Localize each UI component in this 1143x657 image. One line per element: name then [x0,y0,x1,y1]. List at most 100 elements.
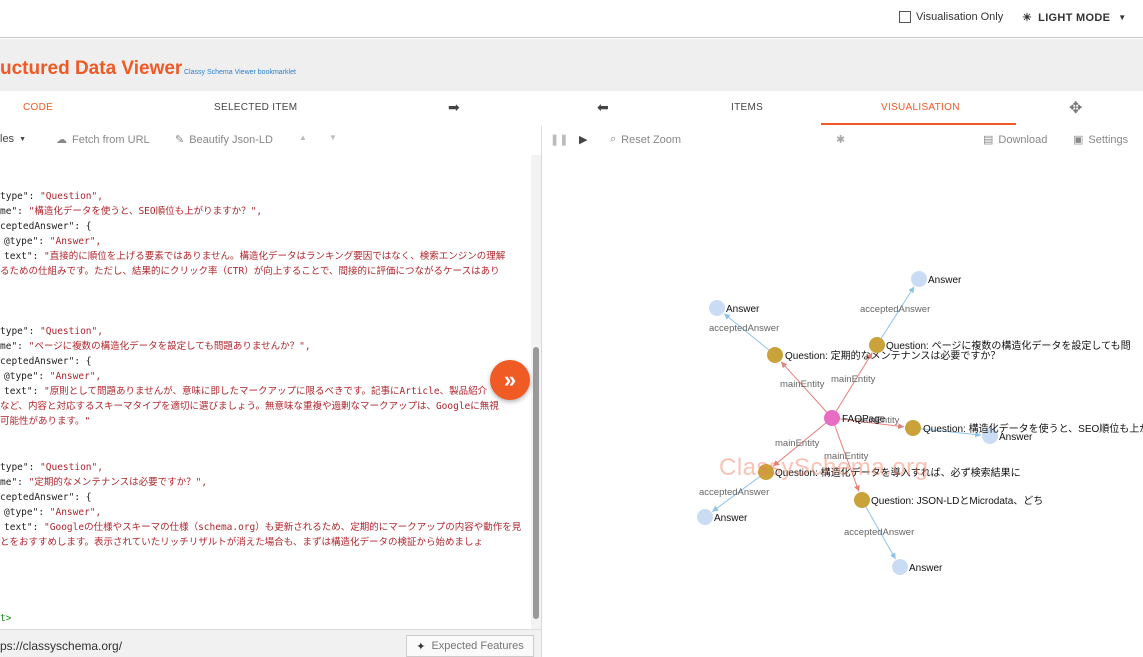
pause-icon[interactable]: ❚❚ [550,133,568,146]
fetch-url-button[interactable]: ☁ Fetch from URL [56,133,150,147]
zoom-icon: ⌕ [610,133,617,145]
download-button[interactable]: ▤ Download [983,133,1047,147]
accepted-answer-edge [723,313,776,356]
code-string: "原則として問題ありませんが、意味に即したマークアップに限るべきです。記事にAr… [44,386,488,397]
question-node[interactable] [905,420,921,436]
question-node-label: Question: 構造化データを使うと、SEO順位も上が [923,422,1143,435]
tab-code[interactable]: CODE [23,102,53,113]
examples-dropdown[interactable]: les ▼ [0,133,26,145]
code-string: "Question", [40,191,103,202]
code-line: とをおすすめします。表示されていたリッチリザルトが消えた場合も、まずは構造化デー… [0,536,483,550]
answer-node[interactable] [911,271,927,287]
code-line: ceptedAnswer": { [0,355,92,369]
code-line: @type": "Answer", [4,506,101,520]
code-token: text": [4,251,45,262]
code-line: ceptedAnswer": { [0,491,92,505]
settings-button[interactable]: ▣ Settings [1073,133,1129,147]
code-editor[interactable]: type": "Question", me": "構造化データを使うと、SEO順位… [0,155,541,629]
main-entity-edge [831,352,873,419]
question-node[interactable] [869,337,885,353]
code-token: me": [0,206,29,217]
faqpage-node-label: FAQPage [842,414,886,425]
code-string: るための仕組みです。ただし、結果的にクリック率（CTR）が向上することで、間接的… [0,266,500,277]
editor-scrollbar-thumb[interactable] [533,347,539,619]
transfer-fab-button[interactable]: » [490,360,530,400]
caret-down-icon: ▼ [19,135,26,143]
answer-node-label: Answer [714,513,748,524]
code-token: @type": [4,371,50,382]
code-string: "Answer", [49,371,102,382]
light-mode-dropdown[interactable]: ☀ LIGHT MODE ▼ [1022,11,1127,25]
visualisation-only-checkbox[interactable] [899,11,911,23]
code-string: "定期的なメンテナンスは必要ですか？", [28,477,208,488]
code-token: me": [0,477,29,488]
code-line: t> [0,612,11,626]
code-string: "ページに複数の構造化データを設定しても問題ありませんか？", [28,341,311,352]
expected-features-label: Expected Features [431,640,524,652]
settings-label: Settings [1088,133,1129,146]
visualisation-only-toggle[interactable]: Visualisation Only [899,11,1003,23]
code-line: text": "直接的に順位を上げる要素ではありません。構造化データはランキング… [4,250,505,264]
current-url[interactable]: ps://classyschema.org/ [0,639,122,653]
accepted-answer-label: acceptedAnswer [844,527,914,538]
move-arrows-icon[interactable]: ✥ [1069,98,1083,118]
code-line: @type": "Answer", [4,370,101,384]
question-node-label: Question: ページに複数の構造化データを設定しても問 [886,339,1131,352]
code-token: text": [4,522,45,533]
answer-node[interactable] [709,300,725,316]
code-line: text": "Googleの仕様やスキーマの仕様（schema.org）も更新… [4,521,521,535]
question-node[interactable] [767,347,783,363]
code-token: ceptedAnswer": { [0,356,92,367]
code-line: type": "Question", [0,461,103,475]
caret-down-icon: ▼ [1118,13,1127,22]
code-token: type": [0,462,41,473]
expand-right-icon[interactable]: ➡ [448,99,460,116]
code-string: "Answer", [49,507,102,518]
code-line: など、内容と対応するスキーマタイプを適切に選びましょう。無意味な重複や過剰なマー… [0,400,499,414]
code-line: type": "Question", [0,190,103,204]
question-node[interactable] [854,492,870,508]
code-string: "Question", [40,462,103,473]
code-line: me": "定期的なメンテナンスは必要ですか？", [0,476,207,490]
double-chevron-right-icon: » [503,367,517,392]
code-string: など、内容と対応するスキーマタイプを適切に選びましょう。無意味な重複や過剰なマー… [0,401,499,412]
main-entity-label: mainEntity [775,438,820,449]
code-token: type": [0,326,41,337]
settings-gear-icon[interactable]: ✱ [836,133,845,146]
accepted-answer-label: acceptedAnswer [860,304,930,315]
main-entity-label: mainEntity [831,374,876,385]
code-string: "Question", [40,326,103,337]
reset-zoom-button[interactable]: ⌕ Reset Zoom [610,133,681,146]
previous-icon[interactable]: ▲ [299,133,307,142]
code-line: るための仕組みです。ただし、結果的にクリック率（CTR）が向上することで、間接的… [0,265,500,279]
code-string: とをおすすめします。表示されていたリッチリザルトが消えた場合も、まずは構造化デー… [0,537,483,548]
visualisation-only-label: Visualisation Only [916,11,1004,23]
code-token: t> [0,613,12,624]
tab-items[interactable]: ITEMS [731,102,763,113]
code-string: "構造化データを使うと、SEO順位も上がりますか？", [28,206,263,217]
code-string: "Answer", [49,236,102,247]
next-icon[interactable]: ▼ [329,133,337,142]
code-line: me": "構造化データを使うと、SEO順位も上がりますか？", [0,205,262,219]
code-string: "直接的に順位を上げる要素ではありません。構造化データはランキング要因ではなく、… [44,251,506,262]
tab-selected-item[interactable]: SELECTED ITEM [214,102,297,113]
fetch-url-label: Fetch from URL [72,133,150,146]
answer-node[interactable] [892,559,908,575]
play-icon[interactable]: ▶ [579,133,587,146]
expected-features-button[interactable]: ✦ Expected Features [406,635,534,657]
answer-node[interactable] [697,509,713,525]
tab-visualisation[interactable]: VISUALISATION [881,102,960,113]
code-token: ceptedAnswer": { [0,492,92,503]
top-bar: Visualisation Only ☀ LIGHT MODE ▼ [0,0,1143,38]
beautify-button[interactable]: ✎ Beautify Json-LD [175,133,273,147]
code-token: ceptedAnswer": { [0,221,92,232]
code-line: text": "原則として問題ありませんが、意味に即したマークアップに限るべきで… [4,385,487,399]
bookmarklet-link[interactable]: Classy Schema Viewer bookmarklet [184,69,296,76]
app-title: uctured Data Viewer [0,58,183,79]
expand-left-icon[interactable]: ⬅ [597,99,609,116]
answer-node-label: Answer [726,304,760,315]
title-bar: uctured Data Viewer Classy Schema Viewer… [0,39,1143,91]
graph-canvas[interactable]: mainEntity mainEntitymainEntitymainEntity… [542,155,1143,657]
faqpage-node[interactable] [824,410,840,426]
code-string: "Googleの仕様やスキーマの仕様（schema.org）も更新されるため、定… [44,522,522,533]
